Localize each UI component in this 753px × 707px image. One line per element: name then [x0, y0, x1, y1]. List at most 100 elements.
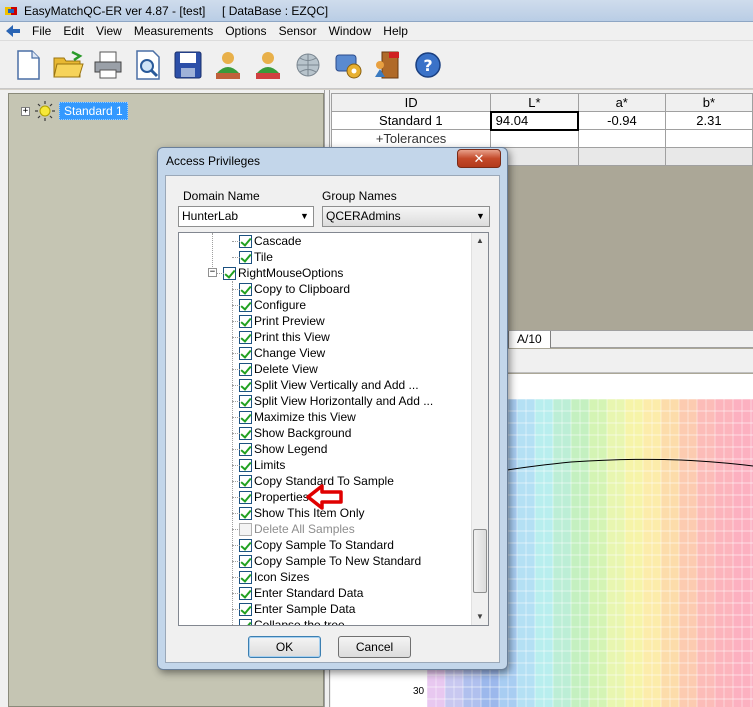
tree-item[interactable]: Cascade [239, 233, 301, 249]
tree-item-checkbox[interactable] [239, 234, 252, 248]
tree-item-checkbox[interactable] [239, 554, 252, 568]
configure-button[interactable] [328, 45, 368, 85]
tree-item[interactable]: Maximize this View [239, 409, 356, 425]
menu-help[interactable]: Help [377, 23, 414, 40]
tree-item-checkbox[interactable] [239, 458, 252, 472]
tree-item-checkbox[interactable] [239, 378, 252, 392]
save-button[interactable] [168, 45, 208, 85]
cell-id[interactable]: Standard 1 [330, 111, 492, 130]
tree-item-checkbox[interactable] [239, 314, 252, 328]
tree-item[interactable]: Properties [239, 489, 309, 505]
tree-item-checkbox[interactable] [239, 442, 252, 456]
menu-options[interactable]: Options [219, 23, 272, 40]
tree-item[interactable]: Tile [239, 249, 273, 265]
tree-item[interactable]: Show Background [239, 425, 351, 441]
tree-item-checkbox[interactable] [239, 250, 252, 264]
tree-item-checkbox[interactable] [239, 586, 252, 600]
tree-item[interactable]: Show This Item Only [239, 505, 364, 521]
ok-button[interactable]: OK [248, 636, 321, 658]
privileges-tree[interactable]: ▲ ▼ Cascade Tile RightMouseOptions − Copy to… [178, 232, 489, 626]
tree-item-checkbox[interactable] [239, 618, 252, 625]
header-id[interactable]: ID [330, 93, 492, 112]
tree-item-checkbox[interactable] [239, 394, 252, 408]
network-button[interactable] [288, 45, 328, 85]
print-button[interactable] [88, 45, 128, 85]
menu-edit[interactable]: Edit [57, 23, 90, 40]
cell-tolerances[interactable]: +Tolerances [330, 129, 492, 148]
tree-item-checkbox[interactable] [239, 426, 252, 440]
tree-item[interactable]: Limits [239, 457, 285, 473]
tree-scrollbar[interactable]: ▲ ▼ [471, 233, 488, 625]
group-names-value: QCERAdmins [326, 209, 401, 223]
tree-item-checkbox[interactable] [239, 570, 252, 584]
tree-item[interactable]: Icon Sizes [239, 569, 309, 585]
scrollbar-thumb[interactable] [473, 529, 487, 593]
table-row[interactable]: Standard 1 94.04 -0.94 2.31 [330, 110, 753, 131]
tree-item[interactable]: Split View Vertically and Add ... [239, 377, 419, 393]
cell-l[interactable]: 94.04 [489, 110, 580, 131]
tree-item-checkbox[interactable] [239, 282, 252, 296]
tree-item[interactable]: Print this View [239, 329, 330, 345]
tree-item[interactable]: Delete All Samples [239, 521, 355, 537]
menu-measurements[interactable]: Measurements [128, 23, 219, 40]
header-b[interactable]: b* [664, 93, 753, 112]
system-menu-icon[interactable] [4, 23, 22, 39]
tree-item-checkbox[interactable] [239, 490, 252, 504]
chevron-down-icon[interactable]: ▼ [296, 207, 313, 226]
menu-file[interactable]: File [26, 23, 57, 40]
menu-view[interactable]: View [90, 23, 128, 40]
group-names-combo[interactable]: QCERAdmins ▼ [322, 206, 490, 227]
tree-item[interactable]: Copy Sample To New Standard [239, 553, 421, 569]
dialog-close-button[interactable]: ✕ [457, 149, 501, 168]
table-row[interactable]: +Tolerances [330, 129, 753, 148]
tree-node-standard[interactable]: + Standard 1 [21, 100, 128, 122]
header-l[interactable]: L* [490, 93, 579, 112]
scroll-down-arrow-icon[interactable]: ▼ [472, 609, 488, 625]
domain-name-combo[interactable]: HunterLab ▼ [178, 206, 314, 227]
tree-item[interactable]: Copy Sample To Standard [239, 537, 394, 553]
tree-item-label: Configure [254, 298, 307, 312]
tree-item-checkbox[interactable] [239, 602, 252, 616]
open-button[interactable] [48, 45, 88, 85]
tree-item[interactable]: Enter Standard Data [239, 585, 363, 601]
tree-item-checkbox[interactable] [239, 298, 252, 312]
cancel-button[interactable]: Cancel [338, 636, 411, 658]
tree-item-checkbox[interactable] [239, 362, 252, 376]
tree-item-checkbox[interactable] [239, 538, 252, 552]
tree-item[interactable]: Delete View [239, 361, 318, 377]
tree-item[interactable]: Copy to Clipboard [239, 281, 350, 297]
cell-b[interactable]: 2.31 [664, 111, 753, 130]
read-standard-button[interactable] [208, 45, 248, 85]
menu-sensor[interactable]: Sensor [273, 23, 323, 40]
tree-item-checkbox[interactable] [239, 506, 252, 520]
tree-item-checkbox[interactable] [239, 410, 252, 424]
menu-window[interactable]: Window [323, 23, 378, 40]
tree-item[interactable]: Print Preview [239, 313, 325, 329]
tree-expander[interactable]: + [21, 106, 30, 116]
tree-item[interactable]: Enter Sample Data [239, 601, 355, 617]
new-button[interactable] [8, 45, 48, 85]
tree-item[interactable]: Change View [239, 345, 325, 361]
tree-item-checkbox[interactable] [239, 330, 252, 344]
tree-item-checkbox[interactable] [223, 266, 236, 280]
tree-item[interactable]: Collapse the tree [239, 617, 345, 625]
read-sample-button[interactable] [248, 45, 288, 85]
tab-illuminant[interactable]: A/10 [508, 331, 551, 348]
print-preview-button[interactable] [128, 45, 168, 85]
cell-a[interactable]: -0.94 [577, 111, 666, 130]
tree-item[interactable]: Configure [239, 297, 306, 313]
tree-collapse-icon[interactable]: − [208, 268, 217, 277]
exit-button[interactable] [368, 45, 408, 85]
help-button[interactable]: ? [408, 45, 448, 85]
tree-item[interactable]: RightMouseOptions [223, 265, 343, 281]
tree-item-label: RightMouseOptions [238, 266, 344, 280]
save-icon [174, 51, 202, 78]
tree-item-checkbox[interactable] [239, 346, 252, 360]
tree-label-standard-1[interactable]: Standard 1 [59, 102, 128, 120]
header-a[interactable]: a* [577, 93, 666, 112]
tree-item[interactable]: Show Legend [239, 441, 327, 457]
tree-item[interactable]: Split View Horizontally and Add ... [239, 393, 433, 409]
tree-item-checkbox[interactable] [239, 474, 252, 488]
scroll-up-arrow-icon[interactable]: ▲ [472, 233, 488, 249]
chevron-down-icon[interactable]: ▼ [472, 207, 489, 226]
